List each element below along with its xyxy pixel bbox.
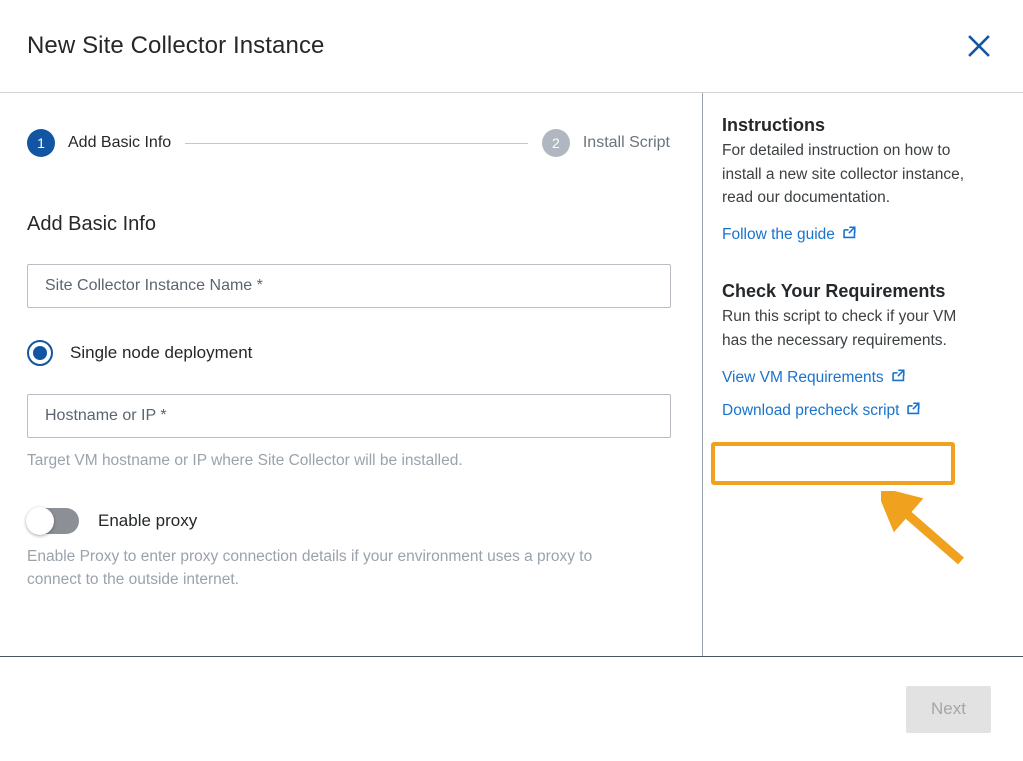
annotation-highlight-box (711, 442, 955, 485)
external-link-icon (842, 225, 857, 245)
enable-proxy-label: Enable proxy (98, 511, 198, 531)
next-button[interactable]: Next (906, 685, 991, 733)
dialog-header: New Site Collector Instance (0, 0, 1023, 93)
download-precheck-script-label: Download precheck script (722, 401, 900, 419)
toggle-knob (26, 507, 54, 536)
stepper: 1 Add Basic Info 2 Install Script (27, 129, 670, 157)
view-requirements-link-row: View VM Requirements (722, 353, 999, 388)
dialog-footer: Next (0, 657, 1023, 761)
instructions-text: For detailed instruction on how to insta… (722, 142, 965, 207)
requirements-heading: Check Your Requirements (722, 281, 946, 302)
follow-the-guide-link[interactable]: Follow the guide (722, 225, 857, 245)
step-2-number: 2 (541, 129, 570, 157)
section-heading: Add Basic Info (27, 213, 156, 235)
download-precheck-script-link[interactable]: Download precheck script (722, 401, 921, 421)
download-precheck-link-row: Download precheck script (722, 388, 999, 421)
stepper-step-1[interactable]: 1 Add Basic Info (27, 129, 171, 157)
step-1-label: Add Basic Info (68, 134, 172, 151)
toggle-track (26, 507, 79, 536)
radio-mark-icon (27, 340, 53, 366)
external-link-icon (891, 368, 906, 388)
view-vm-requirements-label: View VM Requirements (722, 368, 884, 386)
stepper-connector (185, 142, 528, 144)
requirements-text: Run this script to check if your VM has … (722, 308, 957, 349)
close-button[interactable] (957, 24, 1001, 68)
annotation-arrow (874, 485, 973, 578)
dialog-body: 1 Add Basic Info 2 Install Script Add Ba… (0, 93, 1023, 657)
radio-dot-icon (33, 346, 47, 360)
info-pane: Instructions For detailed instruction on… (703, 93, 1023, 656)
close-icon (966, 33, 992, 59)
hostname-or-ip-input[interactable] (27, 394, 671, 438)
step-2-label: Install Script (582, 134, 670, 151)
form-pane: 1 Add Basic Info 2 Install Script Add Ba… (0, 93, 703, 656)
single-node-deployment-radio[interactable]: Single node deployment (27, 340, 252, 366)
new-site-collector-dialog: New Site Collector Instance 1 Add Basic … (0, 0, 1023, 761)
proxy-helper-text: Enable Proxy to enter proxy connection d… (27, 548, 593, 588)
page-title: New Site Collector Instance (27, 32, 325, 59)
hostname-helper-text: Target VM hostname or IP where Site Coll… (27, 452, 463, 469)
single-node-deployment-label: Single node deployment (70, 343, 253, 362)
enable-proxy-toggle[interactable]: Enable proxy (26, 507, 198, 536)
stepper-step-2[interactable]: 2 Install Script (541, 129, 670, 157)
view-vm-requirements-link[interactable]: View VM Requirements (722, 368, 906, 388)
step-1-number: 1 (27, 129, 55, 157)
external-link-icon (906, 401, 921, 421)
follow-the-guide-label: Follow the guide (722, 226, 835, 244)
follow-guide-link-row: Follow the guide (722, 210, 999, 245)
instance-name-input[interactable] (27, 264, 671, 308)
instructions-heading: Instructions (722, 115, 826, 135)
